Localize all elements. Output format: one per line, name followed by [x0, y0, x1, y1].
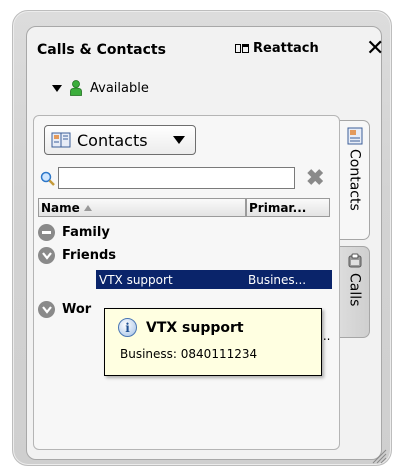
search-input[interactable] [58, 167, 295, 189]
column-header-name-label: Name [41, 200, 80, 215]
resize-grip-icon[interactable] [370, 448, 388, 464]
search-icon [40, 171, 55, 186]
group-family[interactable]: Family [38, 224, 110, 241]
tab-contacts-label: Contacts [346, 149, 363, 211]
group-label: Friends [62, 248, 117, 263]
reattach-label: Reattach [253, 41, 319, 56]
sort-ascending-icon [83, 204, 92, 211]
column-header-primary[interactable]: Primar... [246, 198, 330, 217]
expand-down-icon [38, 247, 55, 264]
column-headers: Name Primar... [38, 198, 330, 217]
person-available-icon [70, 80, 82, 96]
column-header-primary-label: Primar... [249, 200, 307, 215]
reattach-button[interactable]: Reattach [235, 41, 319, 56]
column-header-name[interactable]: Name [38, 198, 246, 217]
contact-row-selected[interactable]: VTX support Busines... [96, 270, 332, 289]
group-label: Family [62, 225, 110, 240]
tab-calls[interactable]: Calls [340, 246, 370, 338]
contacts-book-icon [347, 127, 362, 145]
group-friends[interactable]: Friends [38, 247, 116, 264]
view-selector-label: Contacts [77, 130, 148, 150]
window-title: Calls & Contacts [37, 42, 166, 58]
contact-tooltip: i VTX support Business: 0840111234 [104, 308, 322, 376]
expand-down-icon [38, 301, 55, 318]
status-selector[interactable]: Available [52, 80, 149, 96]
contact-name: VTX support [99, 272, 173, 287]
tab-contacts[interactable]: Contacts [340, 120, 370, 240]
collapse-minus-icon [38, 224, 55, 241]
group-label: Wor [62, 302, 92, 317]
search-bar [40, 167, 295, 189]
close-icon[interactable]: ✕ [366, 36, 384, 62]
group-work[interactable]: Wor [38, 301, 91, 318]
tooltip-body: Business: 0840111234 [120, 347, 258, 361]
info-icon: i [118, 318, 137, 337]
view-selector-dropdown[interactable]: Contacts [44, 125, 196, 155]
tooltip-header: i VTX support [118, 318, 244, 337]
tooltip-title: VTX support [146, 319, 244, 336]
reattach-icon [235, 43, 249, 53]
contact-primary: Busines... [248, 272, 307, 287]
tab-calls-label: Calls [346, 273, 363, 307]
chevron-down-icon [52, 84, 62, 92]
chevron-down-icon [173, 136, 185, 144]
contacts-book-icon [51, 132, 71, 148]
status-label: Available [90, 80, 149, 96]
phone-icon [348, 253, 361, 268]
clear-search-icon[interactable]: ✖ [306, 166, 324, 190]
